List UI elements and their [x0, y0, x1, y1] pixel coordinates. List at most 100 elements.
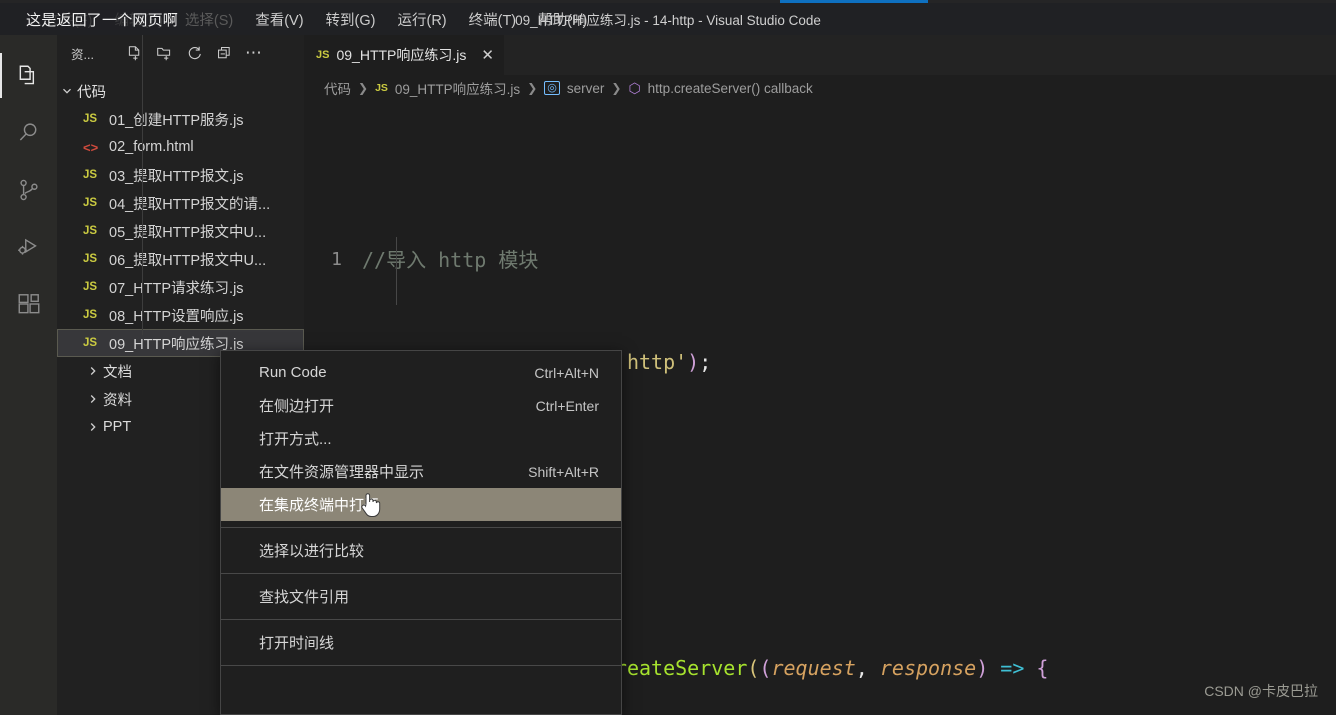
file-name: 04_提取HTTP报文的请... — [109, 196, 271, 213]
file-item-06[interactable]: js 06_提取HTTP报文中U... — [57, 245, 304, 273]
breadcrumb-item-symbol[interactable]: server — [567, 81, 605, 96]
folder-label: PPT — [103, 419, 132, 435]
folder-label: 资料 — [103, 392, 132, 409]
folder-label: 文档 — [103, 364, 132, 381]
title-bar: 文件(F) 编辑(E) 选择(S) 查看(V) 转到(G) 运行(R) 终端(T… — [0, 3, 1336, 35]
menu-item-label: 在文件资源管理器中显示 — [259, 464, 425, 481]
menu-item-label: 查找文件引用 — [259, 589, 350, 606]
menu-item-label: Run Code — [259, 364, 327, 381]
menu-item-shortcut: Ctrl+Alt+N — [534, 364, 599, 381]
menu-separator — [221, 573, 621, 574]
js-file-icon: js — [83, 253, 98, 265]
file-item-02[interactable]: <> 02_form.html — [57, 133, 304, 161]
file-item-05[interactable]: js 05_提取HTTP报文中U... — [57, 217, 304, 245]
menu-item-label: 选择以进行比较 — [259, 543, 365, 560]
context-menu-item-find-file-references[interactable]: 查找文件引用 — [221, 580, 621, 613]
menu-separator — [221, 619, 621, 620]
menu-item-shortcut: Ctrl+Enter — [535, 397, 599, 414]
chevron-right-icon: ❯ — [611, 81, 622, 95]
js-file-icon: js — [83, 337, 98, 349]
more-actions-icon[interactable]: ⋯ — [245, 43, 263, 62]
new-folder-icon[interactable] — [155, 44, 173, 62]
file-item-03[interactable]: js 03_提取HTTP报文.js — [57, 161, 304, 189]
file-item-04[interactable]: js 04_提取HTTP报文的请... — [57, 189, 304, 217]
code-line-1: 1 //导入 http 模块 — [304, 243, 1336, 277]
menu-view[interactable]: 查看(V) — [244, 3, 314, 35]
js-file-icon: js — [83, 169, 98, 181]
js-file-icon: js — [83, 113, 98, 125]
chevron-right-icon — [83, 365, 103, 377]
menu-select[interactable]: 选择(S) — [174, 3, 244, 35]
js-file-icon: js — [83, 197, 98, 209]
extensions-icon[interactable] — [0, 275, 57, 332]
new-file-icon[interactable] — [125, 44, 143, 62]
activity-bar — [0, 35, 57, 715]
js-file-icon: js — [83, 225, 98, 237]
source-control-icon[interactable] — [0, 161, 57, 218]
context-menu-item-select-for-compare[interactable]: 选择以进行比较 — [221, 534, 621, 567]
collapse-all-icon[interactable] — [215, 44, 233, 62]
context-menu-item-open-with[interactable]: 打开方式... — [221, 422, 621, 455]
chevron-right-icon — [83, 393, 103, 405]
refresh-icon[interactable] — [185, 44, 203, 62]
context-menu-item-open-to-side[interactable]: 在侧边打开 Ctrl+Enter — [221, 389, 621, 422]
file-item-01[interactable]: js 01_创建HTTP服务.js — [57, 105, 304, 133]
file-name: 02_form.html — [109, 139, 194, 155]
context-menu-item-open-in-terminal[interactable]: 在集成终端中打开 — [221, 488, 621, 521]
menu-item-label: 打开方式... — [259, 431, 332, 448]
search-icon[interactable] — [0, 104, 57, 161]
menu-item-label: 打开时间线 — [259, 635, 335, 652]
breadcrumb-item-folder[interactable]: 代码 — [324, 78, 351, 98]
context-menu-item-cut[interactable] — [221, 672, 621, 705]
chevron-right-icon: ❯ — [527, 81, 538, 95]
tab-bar: JS 09_HTTP响应练习.js ✕ — [304, 35, 1336, 75]
file-name: 03_提取HTTP报文.js — [109, 168, 244, 185]
html-file-icon: <> — [83, 139, 99, 155]
context-menu[interactable]: Run Code Ctrl+Alt+N 在侧边打开 Ctrl+Enter 打开方… — [220, 350, 622, 715]
file-name: 06_提取HTTP报文中U... — [109, 252, 267, 269]
file-name: 01_创建HTTP服务.js — [109, 112, 244, 129]
tab-label: 09_HTTP响应练习.js — [336, 47, 467, 63]
vscode-window: 文件(F) 编辑(E) 选择(S) 查看(V) 转到(G) 运行(R) 终端(T… — [0, 0, 1336, 715]
menu-item-shortcut: Shift+Alt+R — [528, 463, 599, 480]
context-menu-item-reveal-in-explorer[interactable]: 在文件资源管理器中显示 Shift+Alt+R — [221, 455, 621, 488]
file-item-07[interactable]: js 07_HTTP请求练习.js — [57, 273, 304, 301]
js-file-icon: JS — [316, 49, 330, 61]
page-overlay-text: 这是返回了一个网页啊 — [26, 9, 179, 30]
menu-separator — [221, 527, 621, 528]
line-number: 1 — [331, 249, 342, 270]
menu-help[interactable]: 帮助(H) — [527, 3, 598, 35]
js-file-icon: js — [83, 281, 98, 293]
run-debug-icon[interactable] — [0, 218, 57, 275]
file-name: 07_HTTP请求练习.js — [109, 280, 244, 297]
explorer-title: 资... — [71, 47, 94, 62]
breadcrumb: 代码 ❯ JS 09_HTTP响应练习.js ❯ ◎ server ❯ ⬡ ht… — [304, 75, 1336, 101]
menu-item-label: 在集成终端中打开 — [259, 497, 380, 514]
js-file-icon: JS — [375, 82, 388, 94]
menu-item-label: 在侧边打开 — [259, 398, 335, 415]
js-file-icon: js — [83, 309, 98, 321]
menu-terminal[interactable]: 终端(T) — [458, 3, 528, 35]
tree-root-folder[interactable]: 代码 — [57, 77, 304, 105]
menu-goto[interactable]: 转到(G) — [315, 3, 387, 35]
watermark: CSDN @卡皮巴拉 — [1204, 683, 1318, 699]
file-name: 08_HTTP设置响应.js — [109, 308, 244, 325]
chevron-right-icon — [83, 421, 103, 433]
mouse-cursor-hand-icon — [360, 491, 382, 524]
tab-09-http-response[interactable]: JS 09_HTTP响应练习.js ✕ — [304, 35, 504, 75]
close-icon[interactable]: ✕ — [481, 48, 494, 63]
breadcrumb-item-callback[interactable]: http.createServer() callback — [648, 81, 813, 96]
breadcrumb-item-file[interactable]: 09_HTTP响应练习.js — [395, 78, 520, 98]
chevron-down-icon — [57, 85, 77, 97]
context-menu-item-run-code[interactable]: Run Code Ctrl+Alt+N — [221, 356, 621, 389]
context-menu-item-open-timeline[interactable]: 打开时间线 — [221, 626, 621, 659]
menu-separator — [221, 665, 621, 666]
function-symbol-icon: ⬡ — [628, 79, 641, 96]
explorer-header: 资... ⋯ — [57, 35, 304, 71]
file-item-08[interactable]: js 08_HTTP设置响应.js — [57, 301, 304, 329]
field-symbol-icon: ◎ — [544, 81, 560, 95]
menu-run[interactable]: 运行(R) — [386, 3, 457, 35]
explorer-icon[interactable] — [0, 47, 57, 104]
tree-root-label: 代码 — [77, 84, 106, 101]
file-name: 05_提取HTTP报文中U... — [109, 224, 267, 241]
